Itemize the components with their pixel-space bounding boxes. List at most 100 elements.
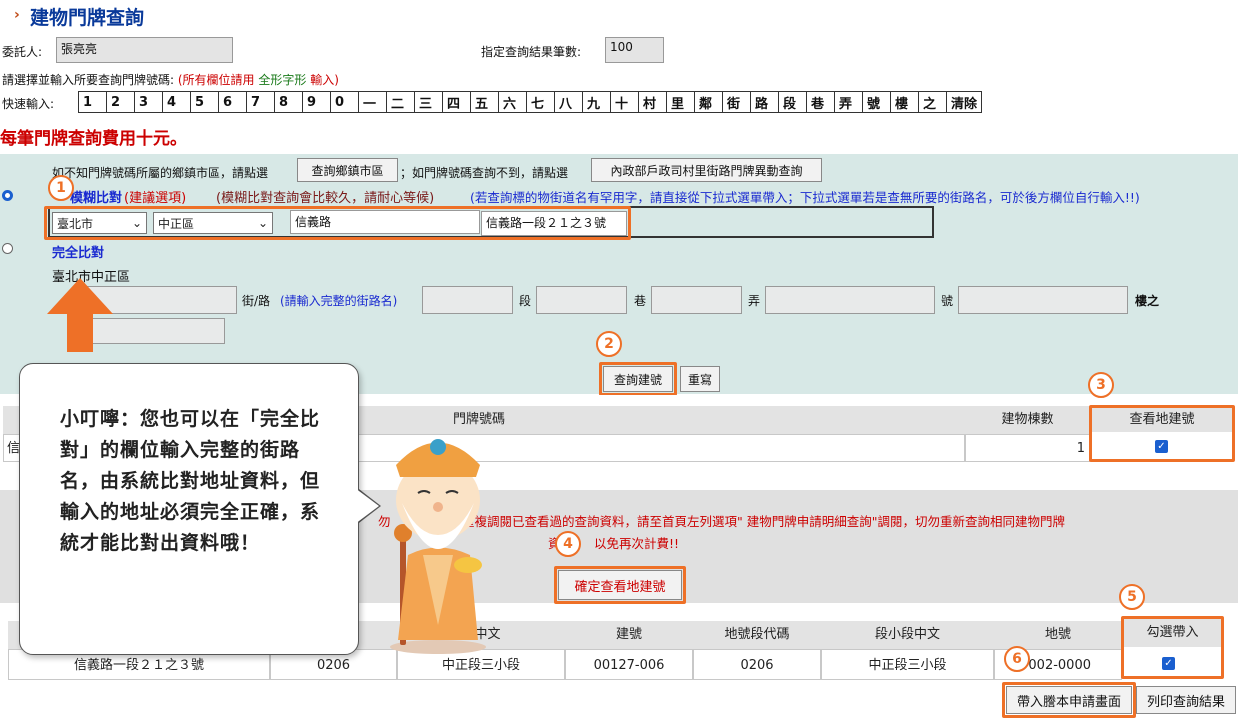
district-value: 中正區: [158, 216, 195, 231]
result-count-label: 指定查詢結果筆數:: [481, 45, 582, 59]
reset-button[interactable]: 重寫: [680, 366, 720, 392]
fee-notice: 每筆門牌查詢費用十元。: [0, 129, 187, 149]
address-input[interactable]: 信義路一段２１之３號: [481, 211, 627, 236]
lane-input[interactable]: [651, 286, 742, 314]
fuzzy-radio[interactable]: [2, 190, 13, 201]
quick-key-button[interactable]: 4: [162, 91, 190, 113]
bring-checkbox[interactable]: ✓: [1162, 657, 1175, 670]
floor-label: 樓之: [1135, 294, 1160, 308]
quick-key-button[interactable]: 弄: [834, 91, 862, 113]
search-button[interactable]: 查詢建號: [603, 366, 673, 392]
quick-key-button[interactable]: 樓: [890, 91, 918, 113]
mascot-icon: [390, 439, 486, 654]
street-hint: (請輸入完整的街路名): [280, 294, 398, 308]
up-arrow-icon: [47, 278, 113, 352]
row2-land-section-code: 0206: [693, 649, 821, 680]
section-label: 段: [519, 294, 532, 308]
exact-label: 完全比對: [52, 246, 105, 261]
road-input[interactable]: 信義路: [290, 210, 480, 234]
quick-key-button[interactable]: 0: [330, 91, 358, 113]
bring-to-application-button[interactable]: 帶入謄本申請畫面: [1006, 686, 1132, 714]
number-input[interactable]: [958, 286, 1128, 314]
section-input[interactable]: [536, 286, 627, 314]
result-row-count: 1: [965, 434, 1090, 462]
badge-5: 5: [1119, 584, 1145, 610]
quick-key-button[interactable]: 9: [302, 91, 330, 113]
quick-key-button[interactable]: 清除: [946, 91, 982, 113]
badge-2: 2: [596, 331, 622, 357]
col2-land-section-code: 地號段代碼: [693, 621, 821, 649]
quick-key-button[interactable]: 六: [498, 91, 526, 113]
city-select[interactable]: 臺北市 ⌄: [52, 212, 147, 234]
instruction-red: (所有欄位請用: [177, 73, 255, 87]
instruction-tail: 輸入): [310, 73, 339, 87]
number-label: 號: [941, 294, 954, 308]
quick-key-button[interactable]: 九: [582, 91, 610, 113]
quick-key-button[interactable]: 3: [134, 91, 162, 113]
chevron-down-icon: ⌄: [131, 216, 142, 230]
alley-label: 弄: [748, 294, 761, 308]
district-select[interactable]: 中正區 ⌄: [153, 212, 273, 234]
bubble-tail: [355, 488, 379, 524]
quick-key-button[interactable]: 八: [554, 91, 582, 113]
warning-text-b: 以免再次計費!!: [594, 536, 680, 551]
fuzzy-note: (模糊比對查詢會比較久，請耐心等候): [216, 191, 435, 206]
lane-label: 巷: [634, 294, 647, 308]
query-town-button[interactable]: 查詢鄉鎮市區: [297, 158, 398, 182]
quick-input-label: 快速輸入:: [2, 97, 55, 111]
result-count-field[interactable]: 100: [605, 37, 664, 63]
print-results-button[interactable]: 列印查詢結果: [1136, 686, 1236, 714]
quick-key-button[interactable]: 十: [610, 91, 638, 113]
badge-6: 6: [1004, 646, 1030, 672]
badge-1: 1: [48, 175, 74, 201]
street-input[interactable]: [422, 286, 513, 314]
moi-lookup-button[interactable]: 內政部戶政司村里街路門牌異動查詢: [591, 158, 822, 182]
page-title: 建物門牌查詢: [30, 7, 145, 29]
quick-key-button[interactable]: 村: [638, 91, 666, 113]
quick-key-button[interactable]: 8: [274, 91, 302, 113]
quick-key-button[interactable]: 鄰: [694, 91, 722, 113]
quick-key-button[interactable]: 巷: [806, 91, 834, 113]
col2-bring: 勾選帶入: [1124, 619, 1221, 647]
col2-building-no: 建號: [565, 621, 693, 649]
row2-subsection: 中正段三小段: [821, 649, 994, 680]
chevron-down-icon: ⌄: [257, 216, 268, 230]
title-bar: [0, 0, 1238, 34]
quick-key-button[interactable]: 號: [862, 91, 890, 113]
fuzzy-label: 模糊比對: [70, 191, 123, 206]
hint-moi: ；如門牌號碼查詢不到，請點選: [400, 166, 569, 180]
quick-key-button[interactable]: 之: [918, 91, 946, 113]
badge-4: 4: [555, 531, 581, 557]
quick-key-button[interactable]: 七: [526, 91, 554, 113]
title-arrow-icon: ›: [14, 7, 20, 23]
instruction-prefix: 請選擇並輸入所要查詢門牌號碼:: [2, 73, 175, 87]
street-label: 街/路: [242, 294, 271, 308]
client-field[interactable]: 張亮亮: [56, 37, 233, 63]
instruction-green: 全形字形: [258, 73, 307, 87]
warning-text-a: 重複調閱已查看過的查詢資料，請至首頁左列選項" 建物門牌申請明細查詢"調閱，切勿…: [462, 514, 1065, 529]
quick-key-button[interactable]: 段: [778, 91, 806, 113]
fuzzy-note-blue: (若查詢標的物街道名有罕用字，請直接從下拉式選單帶入；下拉式選單若是查無所要的街…: [470, 190, 1140, 205]
quick-key-button[interactable]: 里: [666, 91, 694, 113]
quick-key-button[interactable]: 6: [218, 91, 246, 113]
exact-radio[interactable]: [2, 243, 13, 254]
quick-key-button[interactable]: 三: [414, 91, 442, 113]
tip-bubble: 小叮嚀：您也可以在「完全比對」的欄位輸入完整的街路名，由系統比對地址資料，但輸入…: [19, 363, 359, 655]
quick-key-button[interactable]: 1: [78, 91, 106, 113]
quick-key-button[interactable]: 四: [442, 91, 470, 113]
col-view-parcel: 查看地建號: [1092, 408, 1232, 432]
quick-key-button[interactable]: 街: [722, 91, 750, 113]
city-value: 臺北市: [57, 216, 94, 231]
view-parcel-checkbox[interactable]: ✓: [1155, 440, 1168, 453]
quick-key-button[interactable]: 5: [190, 91, 218, 113]
quick-key-button[interactable]: 路: [750, 91, 778, 113]
quick-key-button[interactable]: 五: [470, 91, 498, 113]
quick-key-button[interactable]: 二: [386, 91, 414, 113]
quick-key-button[interactable]: 2: [106, 91, 134, 113]
quick-key-button[interactable]: 7: [246, 91, 274, 113]
quick-keys: 1 2 3 4 5 6 7 8 9 0 一二三四五六七八九十村里鄰街路段巷弄號樓之清除: [78, 91, 982, 113]
row2-building-no: 00127-006: [565, 649, 693, 680]
quick-key-button[interactable]: 一: [358, 91, 386, 113]
alley-input[interactable]: [765, 286, 935, 314]
confirm-view-button[interactable]: 確定查看地建號: [558, 570, 682, 600]
